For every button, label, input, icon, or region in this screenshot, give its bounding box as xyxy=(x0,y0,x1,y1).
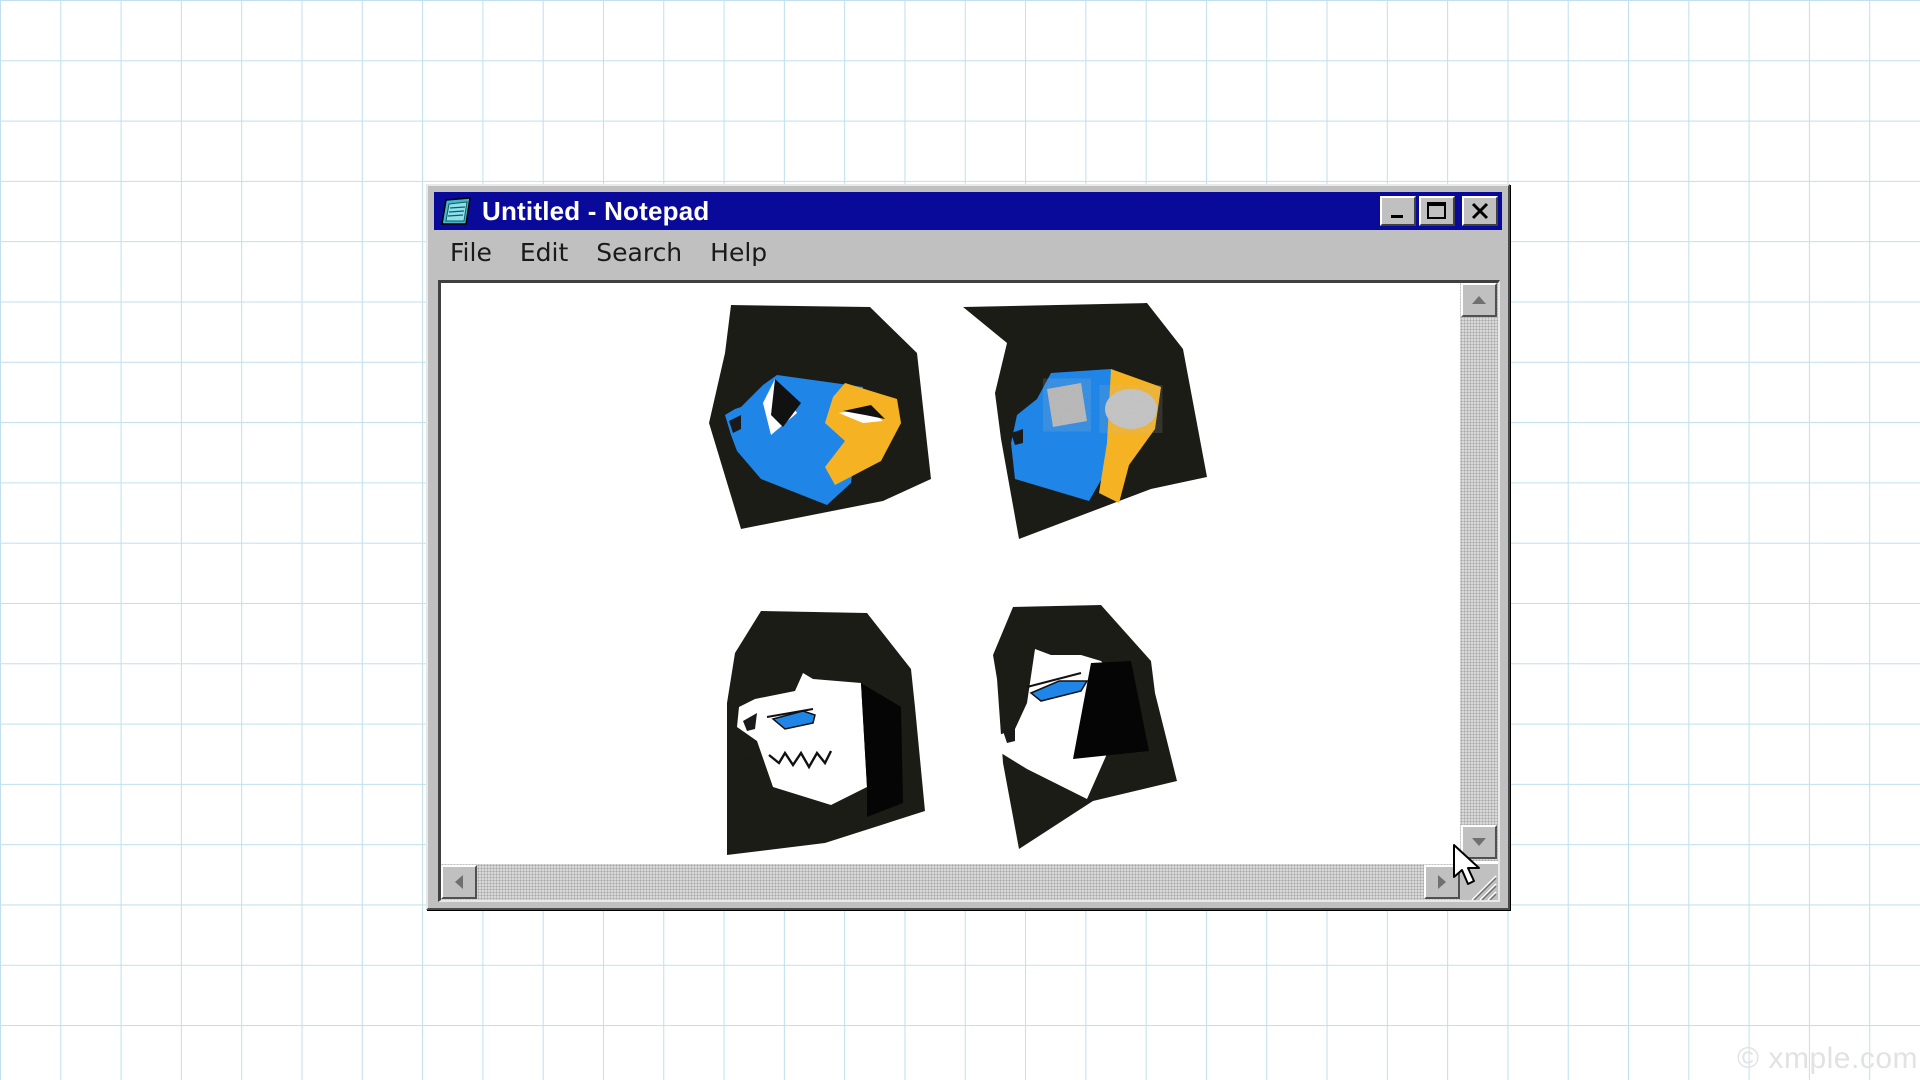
watermark: © xmple.com xyxy=(1737,1042,1918,1075)
face-drawing-2 xyxy=(963,303,1207,539)
close-button[interactable] xyxy=(1462,196,1498,226)
close-icon xyxy=(1471,202,1489,220)
menu-bar: File Edit Search Help xyxy=(434,234,1502,272)
client-area xyxy=(438,280,1500,902)
scroll-left-button[interactable] xyxy=(441,865,477,899)
face-drawing-3 xyxy=(727,611,925,855)
scroll-up-button[interactable] xyxy=(1461,283,1497,317)
text-edit-area[interactable] xyxy=(441,283,1460,861)
horizontal-scrollbar[interactable] xyxy=(441,864,1460,900)
face-drawing-4 xyxy=(993,605,1177,849)
minimize-icon xyxy=(1391,215,1403,218)
arrow-right-icon xyxy=(1438,875,1446,889)
mouse-cursor-icon xyxy=(1453,844,1480,885)
face-drawing-1 xyxy=(709,305,931,529)
window-controls xyxy=(1380,196,1498,226)
maximize-button[interactable] xyxy=(1419,196,1455,226)
menu-file[interactable]: File xyxy=(434,235,506,271)
menu-help[interactable]: Help xyxy=(696,235,781,271)
vertical-scrollbar[interactable] xyxy=(1460,283,1498,861)
arrow-left-icon xyxy=(455,875,463,889)
menu-search[interactable]: Search xyxy=(582,235,696,271)
window-title: Untitled - Notepad xyxy=(482,195,710,226)
face-illustrations xyxy=(709,303,1207,855)
minimize-button[interactable] xyxy=(1380,196,1416,226)
arrow-up-icon xyxy=(1472,296,1486,304)
notepad-window: Untitled - Notepad File Edit Search Help xyxy=(426,184,1510,910)
title-bar[interactable]: Untitled - Notepad xyxy=(434,192,1502,230)
menu-edit[interactable]: Edit xyxy=(506,235,582,271)
maximize-icon xyxy=(1427,202,1446,219)
notepad-icon xyxy=(441,197,471,225)
